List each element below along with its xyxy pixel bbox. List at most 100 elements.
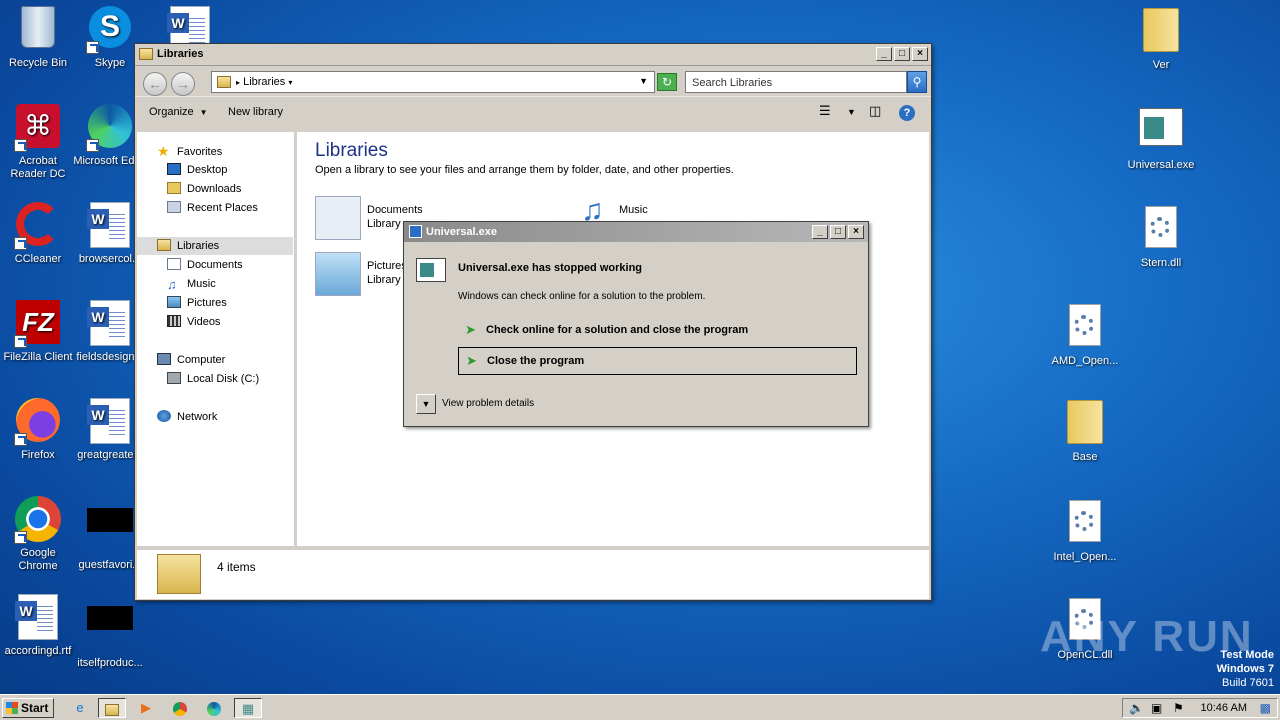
desktop-icon-base[interactable]: Base (1047, 398, 1123, 464)
desktop-icon-amd-open[interactable]: AMD_Open... (1047, 300, 1123, 368)
media-player-taskbar-icon[interactable]: ▶ (132, 698, 160, 718)
details-pane: 4 items (137, 549, 929, 599)
dialog-maximize-button[interactable]: □ (830, 225, 846, 239)
desktop-icon (167, 163, 181, 175)
ccleaner-icon (14, 202, 62, 250)
ie-taskbar-icon[interactable]: e (66, 698, 94, 718)
desktop-icon-intel-open[interactable]: Intel_Open... (1047, 496, 1123, 564)
desktop-icon-stern-dll[interactable]: Stern.dll (1123, 202, 1199, 270)
page-title: Libraries (315, 140, 388, 161)
nav-libraries[interactable]: Libraries (137, 237, 293, 255)
view-options-icon[interactable]: ☰ (819, 103, 831, 119)
nav-desktop[interactable]: Desktop (167, 161, 227, 179)
nav-videos[interactable]: Videos (167, 313, 220, 331)
edge-taskbar-icon[interactable] (200, 698, 228, 718)
nav-favorites[interactable]: ★ Favorites (157, 142, 222, 160)
clock[interactable]: 10:46 AM (1201, 702, 1247, 714)
dll-icon (1061, 500, 1109, 548)
firefox-icon (14, 398, 62, 446)
explorer-taskbar-icon[interactable] (98, 698, 126, 718)
chrome-icon (14, 496, 62, 544)
desktop-icon-recycle-bin[interactable]: Recycle Bin (0, 6, 76, 70)
universal-exe-taskbar-icon[interactable]: ▦ (234, 698, 262, 718)
desktop-icon-chrome[interactable]: Google Chrome (0, 496, 76, 573)
desktop-icon-acrobat[interactable]: ⌘ Acrobat Reader DC (0, 104, 76, 181)
dialog-close-button[interactable]: × (848, 225, 864, 239)
documents-icon (167, 258, 181, 270)
arrow-right-icon: ➤ (466, 353, 477, 368)
word-doc-icon: W (14, 594, 62, 642)
desktop-icon-itselfproduc[interactable]: itselfproduc... (72, 594, 148, 670)
show-desktop-icon[interactable]: ▩ (1260, 701, 1271, 715)
libraries-large-icon (157, 554, 201, 594)
navigation-pane: ★ Favorites Desktop Downloads Recent Plac… (137, 132, 295, 546)
refresh-button[interactable]: ↻ (657, 73, 677, 91)
new-library-button[interactable]: New library (228, 106, 283, 118)
page-subtitle: Open a library to see your files and arr… (315, 164, 734, 176)
blacked-out-icon (86, 508, 134, 556)
folder-icon (1061, 400, 1109, 448)
error-dialog: Universal.exe _ □ × Universal.exe has st… (403, 221, 869, 427)
close-button[interactable]: × (912, 47, 928, 61)
arrow-right-icon: ➤ (465, 322, 476, 337)
explorer-titlebar[interactable]: Libraries _ □ × (135, 44, 931, 66)
address-dropdown-icon[interactable]: ▼ (639, 76, 648, 86)
windows-flag-icon (6, 702, 18, 714)
desktop-icon-ver[interactable]: Ver (1123, 6, 1199, 72)
check-online-option[interactable]: ➤ Check online for a solution and close … (458, 317, 857, 345)
videos-icon (167, 315, 181, 327)
star-icon: ★ (157, 143, 170, 159)
chrome-taskbar-icon[interactable] (166, 698, 194, 718)
recent-places-icon (167, 201, 181, 213)
program-icon (416, 258, 446, 282)
close-program-option[interactable]: ➤ Close the program (458, 347, 857, 375)
action-center-flag-icon[interactable]: ⚑ (1173, 701, 1184, 715)
nav-computer[interactable]: Computer (157, 351, 225, 369)
dll-icon (1061, 304, 1109, 352)
dialog-heading: Universal.exe has stopped working (458, 262, 643, 274)
nav-local-disk[interactable]: Local Disk (C:) (167, 370, 259, 388)
maximize-button[interactable]: □ (894, 47, 910, 61)
taskbar: Start e ▶ ▦ 🔈 ▣ ⚑ 10:46 AM ▩ (0, 694, 1280, 720)
nav-pictures[interactable]: Pictures (167, 294, 227, 312)
test-mode-notice: Test Mode Windows 7 Build 7601 (1216, 649, 1274, 689)
start-button[interactable]: Start (2, 698, 54, 718)
exe-icon (1137, 108, 1185, 156)
search-input[interactable]: Search Libraries (685, 71, 907, 93)
forward-button[interactable]: → (171, 72, 195, 96)
dialog-message: Windows can check online for a solution … (458, 291, 706, 302)
preview-pane-icon[interactable]: ◫ (869, 103, 881, 119)
view-details-toggle[interactable]: ▼ View problem details (416, 394, 534, 414)
libraries-icon (157, 239, 171, 251)
network-icon (157, 410, 171, 422)
desktop-icon-ccleaner[interactable]: CCleaner (0, 202, 76, 266)
minimize-button[interactable]: _ (876, 47, 892, 61)
network-tray-icon[interactable]: ▣ (1151, 701, 1162, 715)
nav-recent-places[interactable]: Recent Places (167, 199, 258, 217)
desktop-icon-filezilla[interactable]: FZ FileZilla Client (0, 300, 76, 364)
help-icon[interactable]: ? (899, 105, 915, 121)
desktop-icon-universal-exe[interactable]: Universal.exe (1123, 104, 1199, 172)
search-icon[interactable]: ⚲ (907, 71, 927, 93)
nav-documents[interactable]: Documents (167, 256, 243, 274)
address-bar[interactable]: ▸ Libraries ▾ ▼ (211, 71, 655, 93)
search-placeholder: Search Libraries (692, 77, 773, 89)
app-icon (409, 225, 422, 238)
organize-button[interactable]: Organize ▼ (149, 106, 208, 118)
volume-icon[interactable]: 🔈 (1129, 701, 1144, 715)
item-count: 4 items (217, 560, 256, 574)
command-bar: Organize ▼ New library ☰ ▼ ◫ ? (135, 96, 931, 126)
view-dropdown-icon[interactable]: ▼ (847, 107, 856, 117)
address-text: Libraries (243, 76, 286, 88)
documents-library-icon (315, 196, 361, 240)
desktop-icon-firefox[interactable]: Firefox (0, 398, 76, 462)
nav-network[interactable]: Network (157, 408, 217, 426)
nav-music[interactable]: ♫ Music (167, 275, 216, 293)
system-tray: 🔈 ▣ ⚑ 10:46 AM ▩ (1122, 698, 1278, 718)
back-button[interactable]: ← (143, 72, 167, 96)
dialog-titlebar[interactable]: Universal.exe _ □ × (404, 222, 868, 242)
desktop-icon-accordingd[interactable]: W accordingd.rtf (0, 594, 76, 658)
nav-downloads[interactable]: Downloads (167, 180, 241, 198)
dialog-minimize-button[interactable]: _ (812, 225, 828, 239)
libraries-folder-icon (139, 48, 153, 60)
